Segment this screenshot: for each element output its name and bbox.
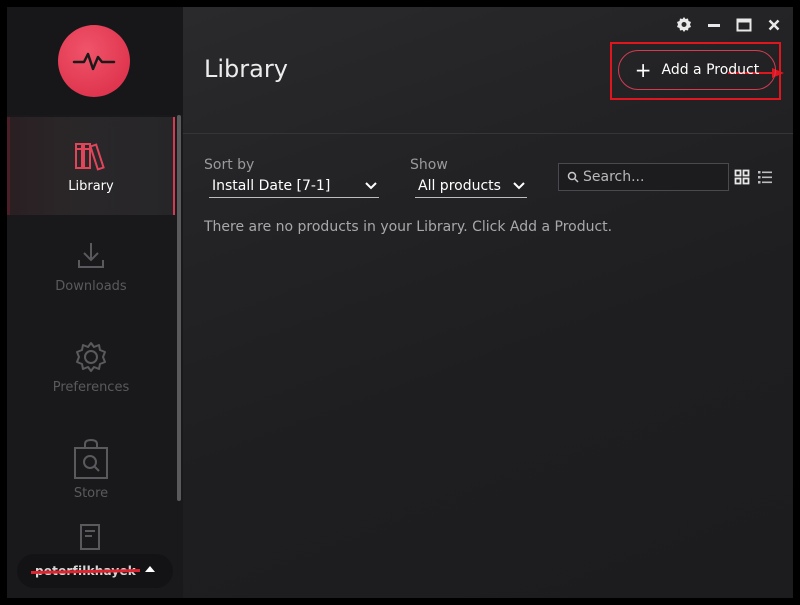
plus-icon: + <box>634 58 652 82</box>
sort-by-dropdown[interactable]: Install Date [7-1] <box>209 174 379 198</box>
sidebar-item-label: Library <box>68 178 114 194</box>
user-account-menu[interactable]: peterfilkhayek <box>17 554 173 588</box>
search-icon <box>567 171 579 183</box>
username: peterfilkhayek <box>35 564 136 578</box>
gear-icon <box>74 340 108 374</box>
close-icon <box>768 19 780 31</box>
app-logo[interactable] <box>58 25 130 97</box>
maximize-button[interactable] <box>735 15 753 35</box>
window-controls <box>675 15 783 35</box>
sidebar: Library Downloads Preferences Store pete… <box>7 7 183 598</box>
books-icon <box>73 139 109 173</box>
logo-area <box>7 7 183 115</box>
settings-button[interactable] <box>675 15 693 35</box>
sidebar-item-label: Store <box>73 485 109 501</box>
download-icon <box>75 239 107 273</box>
search-input[interactable] <box>583 169 723 185</box>
add-product-button[interactable]: + Add a Product <box>618 50 776 90</box>
sidebar-scrollbar[interactable] <box>177 115 181 501</box>
header-divider <box>183 133 793 134</box>
sort-by-value: Install Date [7-1] <box>212 177 331 194</box>
gear-icon <box>677 17 691 32</box>
shopping-bag-search-icon <box>71 438 111 480</box>
sidebar-item-store[interactable]: Store <box>7 420 175 518</box>
list-view-icon[interactable] <box>757 169 773 185</box>
search-field[interactable] <box>558 163 729 191</box>
empty-library-message: There are no products in your Library. C… <box>204 219 613 235</box>
grid-view-icon[interactable] <box>734 169 750 185</box>
maximize-icon <box>736 18 752 32</box>
sort-by-label: Sort by <box>204 157 255 173</box>
minimize-button[interactable] <box>705 15 723 35</box>
sidebar-item-downloads[interactable]: Downloads <box>7 217 175 315</box>
show-filter-value: All products <box>418 177 501 194</box>
sidebar-item-preferences[interactable]: Preferences <box>7 318 175 416</box>
chevron-down-icon <box>365 181 377 189</box>
sidebar-item-partial[interactable] <box>7 519 175 559</box>
add-product-label: Add a Product <box>661 62 760 78</box>
close-button[interactable] <box>765 15 783 35</box>
minimize-icon <box>708 24 720 27</box>
caret-up-icon <box>145 566 155 572</box>
document-icon <box>76 519 106 553</box>
main-panel: Library + Add a Product Sort by Install … <box>183 7 793 598</box>
sidebar-item-library[interactable]: Library <box>7 117 175 215</box>
sidebar-item-label: Downloads <box>55 278 127 294</box>
heartbeat-pulse-icon <box>72 52 116 71</box>
sidebar-item-label: Preferences <box>52 379 130 395</box>
show-filter-dropdown[interactable]: All products <box>415 174 527 198</box>
chevron-down-icon <box>513 181 525 189</box>
show-label: Show <box>410 157 448 173</box>
app-window: Library Downloads Preferences Store pete… <box>7 7 793 598</box>
page-title: Library <box>204 55 288 83</box>
